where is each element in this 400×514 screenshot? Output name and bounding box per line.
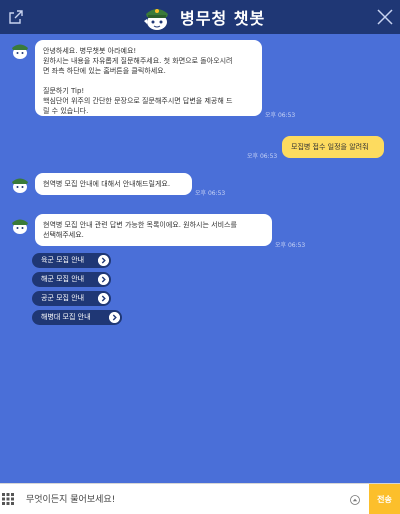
send-button[interactable]: 전송 bbox=[369, 484, 400, 514]
bot-message-bubble: 현역병 모집 안내 관련 답변 가능한 목록이에요. 원하시는 서비스를 선택해… bbox=[35, 214, 272, 246]
message-text: 현역병 모집 안내 관련 답변 가능한 목록이에요. 원하시는 서비스를 bbox=[43, 221, 237, 229]
chat-input-bar: 전송 bbox=[0, 483, 400, 514]
menu-grid-icon[interactable] bbox=[2, 493, 14, 505]
service-button-label: 공군 모집 안내 bbox=[41, 294, 85, 302]
service-button-label: 해병대 모집 안내 bbox=[41, 313, 91, 321]
close-icon[interactable] bbox=[377, 9, 393, 25]
chevron-right-icon bbox=[98, 255, 109, 266]
message-timestamp: 오후 06:53 bbox=[275, 242, 306, 249]
message-timestamp: 오후 06:53 bbox=[265, 112, 296, 119]
message-text: 원하시는 내용을 자유롭게 질문해주세요. 첫 화면으로 돌아오시려 bbox=[43, 57, 233, 65]
message-text: 핵심단어 위주의 간단한 문장으로 질문해주시면 답변을 제공해 드 bbox=[43, 97, 233, 105]
message-input[interactable] bbox=[26, 490, 346, 510]
message-text: 릴 수 있습니다. bbox=[43, 107, 89, 115]
message-timestamp: 오후 06:53 bbox=[195, 190, 226, 197]
user-message-bubble: 모집병 접수 일정을 알려줘 bbox=[282, 136, 384, 158]
service-button-label: 육군 모집 안내 bbox=[41, 256, 85, 264]
bot-message-bubble: 현역병 모집 안내에 대해서 안내해드릴게요. bbox=[35, 173, 192, 195]
service-button-air-force[interactable]: 공군 모집 안내 bbox=[32, 291, 111, 306]
chevron-right-icon bbox=[98, 274, 109, 285]
message-text: 선택해주세요. bbox=[43, 231, 84, 239]
bot-avatar-icon bbox=[12, 219, 28, 234]
chat-area[interactable]: 안녕하세요. 병무챗봇 아라예요! 원하시는 내용을 자유롭게 질문해주세요. … bbox=[0, 34, 400, 480]
message-text: 면 좌측 하단에 있는 홈버튼을 클릭하세요. bbox=[43, 67, 166, 75]
mascot-logo-icon bbox=[144, 9, 168, 30]
chatbot-title: 병무청 챗봇 bbox=[180, 9, 266, 28]
message-text: 안녕하세요. 병무챗봇 아라예요! bbox=[43, 47, 137, 55]
message-text: 질문하기 Tip! bbox=[43, 87, 85, 95]
popout-icon[interactable] bbox=[9, 10, 23, 24]
chevron-right-icon bbox=[109, 312, 120, 323]
header-brand: 병무청 챗봇 bbox=[140, 3, 265, 31]
message-text: 현역병 모집 안내에 대해서 안내해드릴게요. bbox=[43, 180, 171, 188]
service-button-label: 해군 모집 안내 bbox=[41, 275, 85, 283]
bot-message-bubble: 안녕하세요. 병무챗봇 아라예요! 원하시는 내용을 자유롭게 질문해주세요. … bbox=[35, 40, 262, 116]
message-spacer bbox=[43, 76, 254, 86]
service-button-army[interactable]: 육군 모집 안내 bbox=[32, 253, 111, 268]
bot-avatar-icon bbox=[12, 178, 28, 193]
arrow-up-circle-icon[interactable] bbox=[350, 495, 360, 505]
message-text: 모집병 접수 일정을 알려줘 bbox=[291, 143, 369, 151]
chevron-right-icon bbox=[98, 293, 109, 304]
service-button-navy[interactable]: 해군 모집 안내 bbox=[32, 272, 111, 287]
service-button-marines[interactable]: 해병대 모집 안내 bbox=[32, 310, 122, 325]
message-timestamp: 오후 06:53 bbox=[247, 153, 278, 160]
bot-avatar-icon bbox=[12, 44, 28, 59]
chat-header: 병무청 챗봇 bbox=[0, 0, 400, 34]
